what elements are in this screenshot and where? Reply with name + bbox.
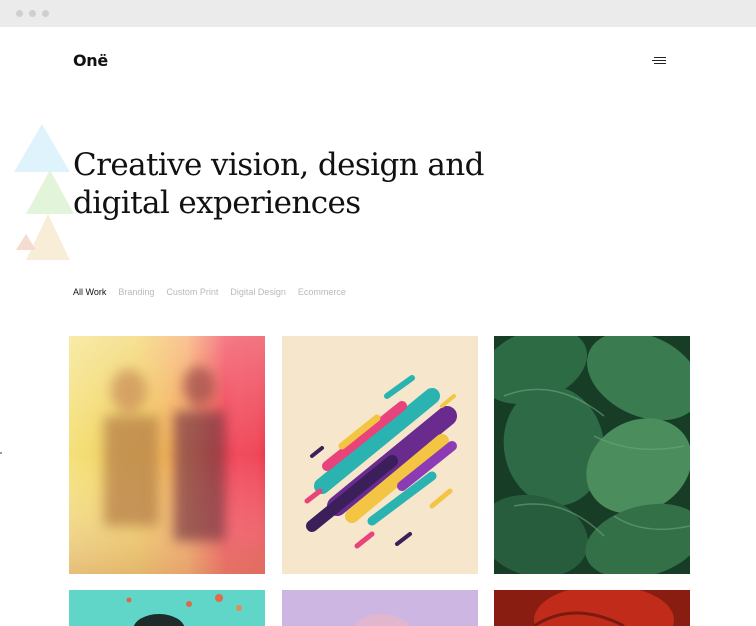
window-maximize-dot[interactable]	[42, 10, 49, 17]
filter-branding[interactable]: Branding	[118, 287, 154, 297]
window-minimize-dot[interactable]	[29, 10, 36, 17]
filter-all-work[interactable]: All Work	[73, 287, 106, 297]
abstract-shapes-image	[282, 336, 478, 574]
portfolio-filter-bar: All Work Branding Custom Print Digital D…	[73, 287, 346, 297]
tropical-leaves-image	[494, 336, 690, 574]
edge-mark	[0, 452, 2, 454]
portfolio-tile-red-leaf[interactable]	[494, 590, 690, 626]
hamburger-menu-icon[interactable]	[652, 57, 668, 67]
teal-photo-image	[69, 590, 265, 626]
portfolio-tile-lavender-photo[interactable]	[282, 590, 478, 626]
decorative-triangles	[14, 124, 74, 260]
lavender-photo-image	[282, 590, 478, 626]
portfolio-tile-teal-photo[interactable]	[69, 590, 265, 626]
portfolio-tile-blurred-people[interactable]	[69, 336, 265, 574]
filter-ecommerce[interactable]: Ecommerce	[298, 287, 346, 297]
hero-title: Creative vision, design and digital expe…	[73, 147, 484, 221]
filter-custom-print[interactable]: Custom Print	[166, 287, 218, 297]
filter-digital-design[interactable]: Digital Design	[230, 287, 286, 297]
portfolio-tile-tropical-leaves[interactable]	[494, 336, 690, 574]
portfolio-tile-abstract-shapes[interactable]	[282, 336, 478, 574]
window-close-dot[interactable]	[16, 10, 23, 17]
browser-title-bar	[0, 0, 756, 27]
red-leaf-image	[494, 590, 690, 626]
blurred-people-image	[69, 336, 265, 574]
brand-logo[interactable]: Onë	[73, 51, 108, 70]
